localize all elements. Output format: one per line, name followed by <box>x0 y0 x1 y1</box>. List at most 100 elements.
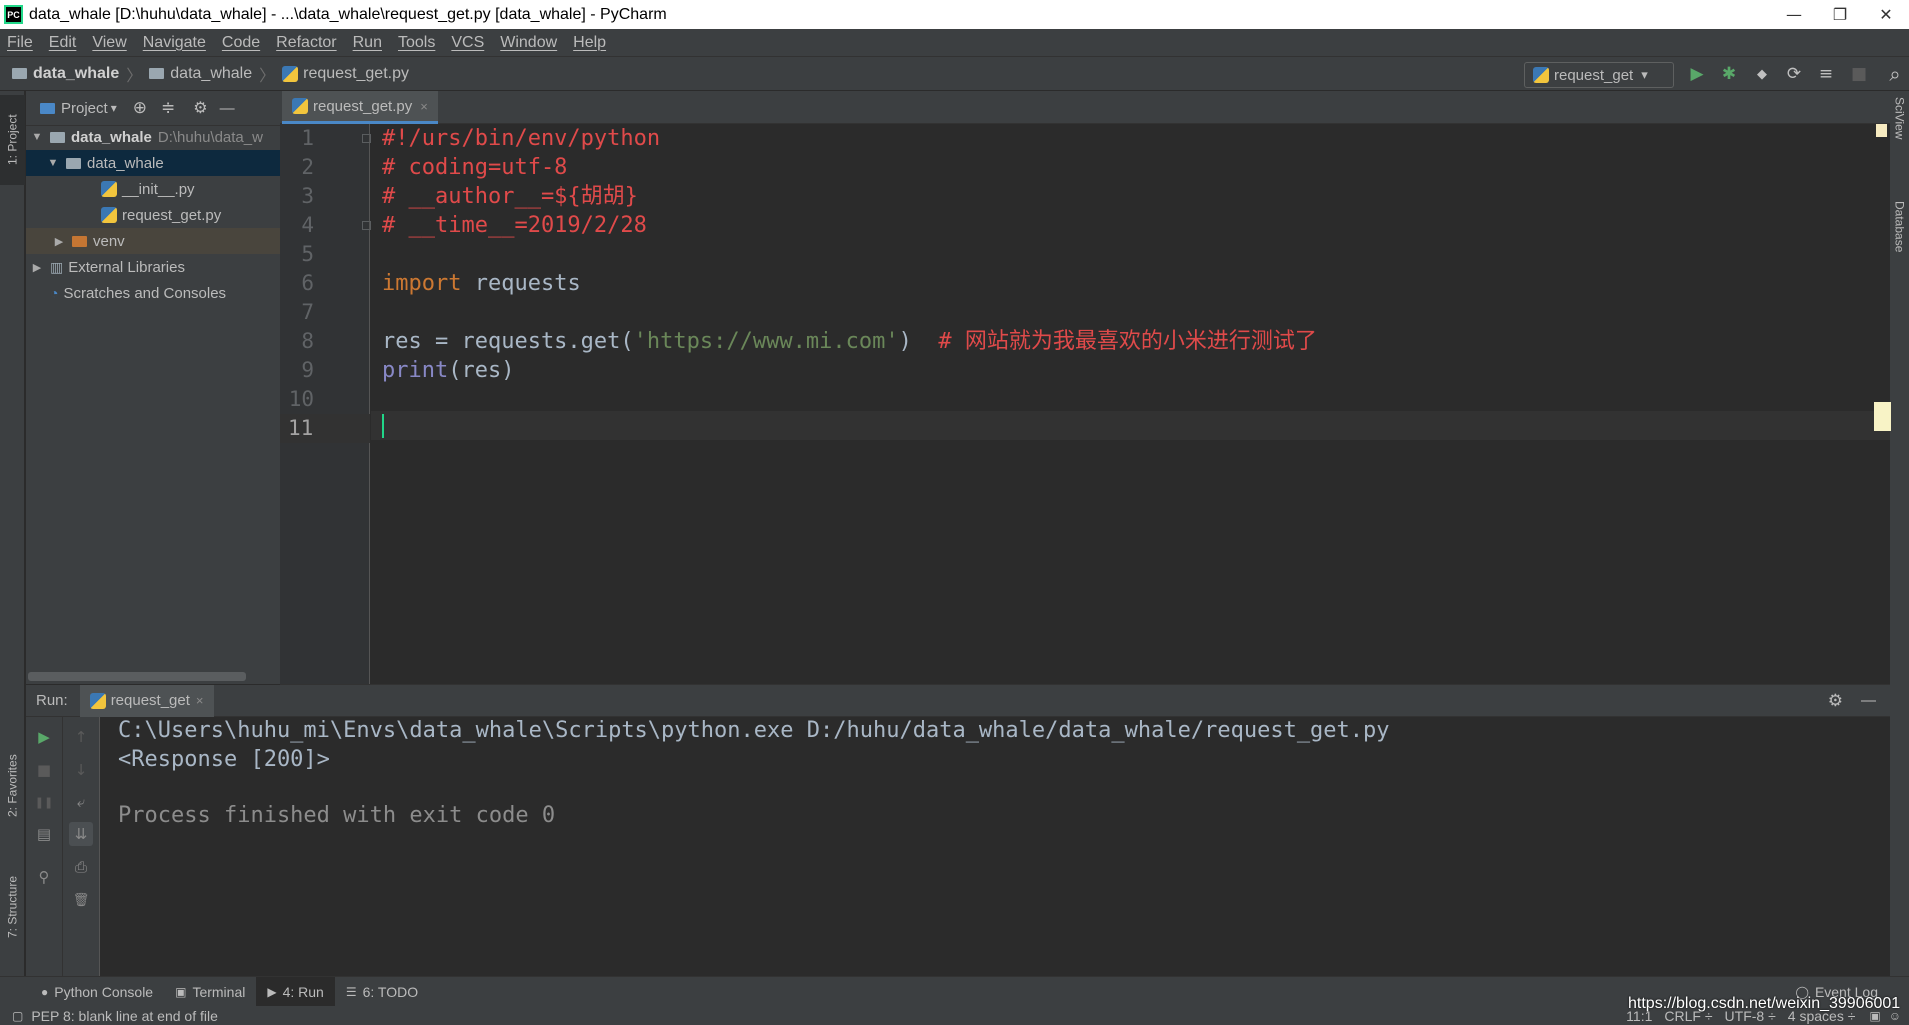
minimize-button[interactable]: — <box>1771 0 1817 29</box>
tab-structure[interactable]: 7: Structure <box>0 859 25 955</box>
run-configuration-select[interactable]: request_get ▾ <box>1524 62 1674 88</box>
menu-tools[interactable]: Tools <box>398 34 435 52</box>
trash-icon[interactable]: 🗑 <box>69 888 93 912</box>
menu-bar: File Edit View Navigate Code Refactor Ru… <box>0 29 1909 56</box>
fold-icon[interactable] <box>362 221 371 230</box>
code-line-6: import requests <box>382 269 581 298</box>
fold-icon[interactable] <box>362 134 371 143</box>
error-stripe-marker[interactable] <box>1874 402 1891 431</box>
menu-view[interactable]: View <box>92 34 126 52</box>
status-toggle-icon[interactable]: ▢ <box>12 1009 23 1023</box>
close-button[interactable]: ✕ <box>1863 0 1909 29</box>
menu-file[interactable]: File <box>7 34 33 52</box>
chevron-right-icon[interactable]: ▶ <box>30 261 44 274</box>
chevron-down-icon[interactable]: ▼ <box>46 157 60 169</box>
restore-button[interactable]: ❐ <box>1817 0 1863 29</box>
hide-icon[interactable]: — <box>220 100 235 117</box>
window-title: data_whale [D:\huhu\data_whale] - ...\da… <box>29 5 667 23</box>
run-tab-request-get[interactable]: request_get × <box>79 684 214 717</box>
line-number-current: 11 <box>280 414 370 443</box>
coverage-icon[interactable]: ◆ <box>1751 63 1773 85</box>
tool-todo[interactable]: ☰ 6: TODO <box>335 977 429 1007</box>
breadcrumb-project[interactable]: data_whale <box>33 65 119 83</box>
console-command: C:\Users\huhu_mi\Envs\data_whale\Scripts… <box>118 718 1390 743</box>
stop-icon[interactable]: ■ <box>32 758 56 782</box>
tab-favorites[interactable]: 2: Favorites <box>0 741 25 831</box>
current-line-highlight <box>371 411 1890 440</box>
gear-icon[interactable]: ⚙ <box>1828 691 1843 711</box>
menu-refactor[interactable]: Refactor <box>276 34 336 52</box>
folder-icon <box>50 131 65 143</box>
keyword-token: import <box>382 271 462 296</box>
folder-icon <box>12 68 27 79</box>
python-console-icon: ● <box>41 984 49 999</box>
menu-code[interactable]: Code <box>222 34 260 52</box>
menu-run[interactable]: Run <box>353 34 382 52</box>
soft-wrap-icon[interactable]: ⤶ <box>69 790 93 814</box>
scroll-to-end-icon[interactable]: ⇊ <box>69 822 93 846</box>
tree-item-scratches[interactable]: ◔ Scratches and Consoles <box>26 280 280 306</box>
folder-icon <box>149 68 165 79</box>
tree-item-init[interactable]: __init__.py <box>26 176 280 202</box>
tree-item-label: External Libraries <box>68 258 185 276</box>
breadcrumb-file[interactable]: request_get.py <box>303 65 409 83</box>
builtin-token: print <box>382 358 449 383</box>
status-message: PEP 8: blank line at end of file <box>31 1007 218 1024</box>
print-icon[interactable]: ⎙ <box>69 855 93 879</box>
down-arrow-icon[interactable]: ↓ <box>69 758 93 782</box>
menu-edit[interactable]: Edit <box>49 34 77 52</box>
tool-terminal[interactable]: ▣ Terminal <box>164 977 256 1007</box>
menu-window[interactable]: Window <box>500 34 557 52</box>
gear-icon[interactable]: ⚙ <box>193 98 207 118</box>
code-line-2: # coding=utf-8 <box>382 155 568 180</box>
tab-request-get-py[interactable]: request_get.py × <box>282 91 438 124</box>
code-token: (res) <box>448 358 515 383</box>
editor-tab-bar: request_get.py × <box>280 91 1890 124</box>
collapse-all-icon[interactable]: ≑ <box>161 98 175 118</box>
chevron-down-icon[interactable]: ▼ <box>30 131 44 143</box>
hide-icon[interactable]: — <box>1861 692 1876 709</box>
menu-help[interactable]: Help <box>573 34 606 52</box>
locate-icon[interactable]: ⊕ <box>133 98 147 118</box>
project-view-select[interactable]: Project <box>61 100 108 117</box>
tree-item-external-libraries[interactable]: ▶ ▥ External Libraries <box>26 254 280 280</box>
tree-item-label: venv <box>93 232 125 250</box>
code-editor[interactable]: #!/urs/bin/env/python # coding=utf-8 # _… <box>371 124 1890 684</box>
chevron-down-icon[interactable]: ▾ <box>111 101 117 115</box>
tool-python-console[interactable]: ● Python Console <box>30 977 164 1007</box>
chevron-right-icon[interactable]: ▶ <box>52 235 66 248</box>
tool-run[interactable]: ▶ 4: Run <box>256 976 335 1007</box>
close-tab-icon[interactable]: × <box>420 99 428 114</box>
project-panel: Project ▾ ⊕ ≑ ⚙ — ▼ data_whale D:\huhu\d… <box>26 91 280 684</box>
line-number: 2 <box>301 155 314 179</box>
concurrency-icon[interactable]: ≡ <box>1815 63 1837 85</box>
tab-sciview[interactable]: SciView <box>1890 97 1909 169</box>
up-arrow-icon[interactable]: ↑ <box>69 725 93 749</box>
layout-icon[interactable]: ▤ <box>32 822 56 846</box>
menu-navigate[interactable]: Navigate <box>143 34 206 52</box>
tab-database[interactable]: Database <box>1890 201 1909 283</box>
project-view-icon <box>40 102 55 114</box>
inspection-status-marker[interactable] <box>1876 124 1887 137</box>
tree-item-project-root[interactable]: ▼ data_whale D:\huhu\data_w <box>26 124 280 150</box>
rerun-icon[interactable]: ▶ <box>32 725 56 749</box>
code-line-9: print(res) <box>382 356 514 385</box>
debug-icon[interactable]: ✱ <box>1718 63 1740 85</box>
tree-item-request-get[interactable]: request_get.py <box>26 202 280 228</box>
menu-vcs[interactable]: VCS <box>451 34 484 52</box>
pause-icon[interactable]: ❚❚ <box>32 790 56 814</box>
run-icon[interactable]: ▶ <box>1686 63 1708 85</box>
close-tab-icon[interactable]: × <box>196 693 204 708</box>
project-horizontal-scrollbar[interactable] <box>28 672 246 681</box>
tab-project[interactable]: 1: Project <box>0 95 25 185</box>
status-bar: ▢ PEP 8: blank line at end of file 11:1 … <box>0 1006 1909 1025</box>
breadcrumb-folder[interactable]: data_whale <box>170 65 252 83</box>
terminal-icon: ▣ <box>175 984 187 999</box>
tree-item-venv[interactable]: ▶ venv <box>26 228 280 254</box>
stop-icon[interactable]: ■ <box>1848 63 1870 85</box>
profile-icon[interactable]: ⟳ <box>1783 63 1805 85</box>
tree-item-data-whale[interactable]: ▼ data_whale <box>26 150 280 176</box>
pin-icon[interactable]: ⚲ <box>32 865 56 889</box>
tool-label: Python Console <box>54 983 154 1000</box>
search-icon[interactable]: ⌕ <box>1884 62 1906 86</box>
